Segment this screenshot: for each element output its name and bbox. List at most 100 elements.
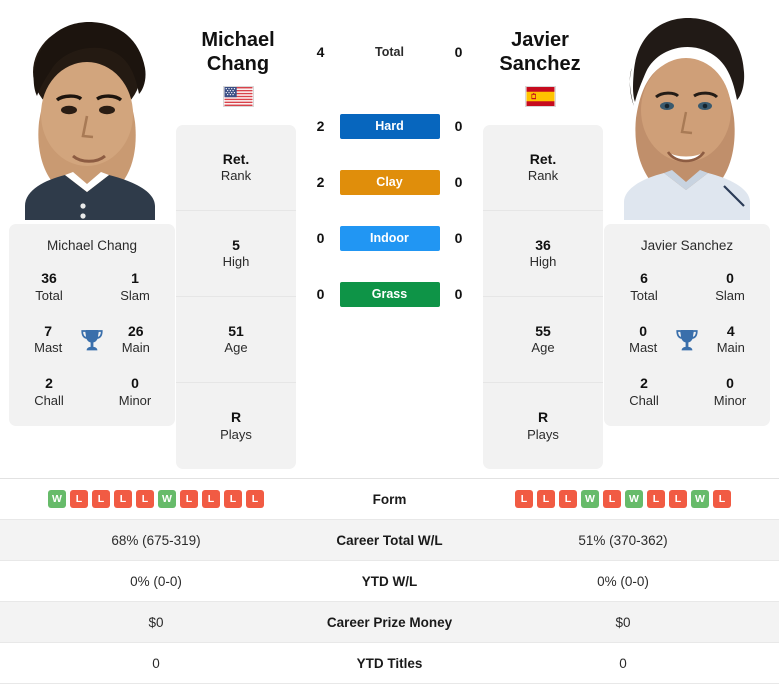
right-rank-item-age: 55 Age [483, 297, 603, 383]
right-ranking-card: Ret. Rank 36 High 55 Age R Plays [483, 125, 603, 469]
surface-badge-hard[interactable]: Hard [339, 113, 440, 139]
right-titles-row-3: 2 Chall 0 Minor [614, 375, 760, 410]
left-player-name-block[interactable]: Michael Chang [168, 28, 308, 107]
left-ytd-titles: 0 [152, 655, 160, 671]
left-form-strip: W L L L L W L L L L [48, 490, 264, 508]
form-chip[interactable]: W [581, 490, 599, 508]
right-titles-row-2: 0 Mast 4 Main [614, 323, 760, 358]
h2h-grass-left-score: 0 [316, 286, 325, 302]
left-plays-label: Plays [220, 426, 252, 442]
left-rank-value: Ret. [222, 150, 250, 167]
player-comparison-page: Michael Chang 36 Total 1 Slam 7 Mast 26 … [0, 0, 779, 699]
right-slam-titles: 0 Slam [700, 270, 760, 305]
h2h-indoor-left-score: 0 [316, 230, 325, 246]
form-chip[interactable]: L [136, 490, 154, 508]
right-main-titles: 4 Main [702, 323, 760, 358]
right-rank-item-high: 36 High [483, 211, 603, 297]
right-age-label: Age [531, 340, 555, 356]
right-player-photo [604, 10, 770, 220]
form-chip[interactable]: L [515, 490, 533, 508]
left-challenger-titles-value: 2 [45, 375, 53, 392]
h2h-hard-row: 2 Hard 0 [304, 112, 476, 140]
left-plays-value: R [230, 409, 242, 426]
right-slam-titles-label: Slam [715, 287, 745, 303]
form-chip[interactable]: L [180, 490, 198, 508]
left-masters-titles-value: 7 [44, 322, 53, 339]
right-high-label: High [529, 254, 557, 270]
h2h-clay-left-score: 2 [316, 174, 325, 190]
right-minor-titles-label: Minor [713, 392, 747, 408]
left-total-titles-value: 36 [41, 270, 57, 286]
form-chip[interactable]: L [537, 490, 555, 508]
head-to-head-column: 4 Total 0 2 Hard 0 2 Clay 0 0 Indoor 0 0… [296, 10, 483, 336]
stat-row-ytd-titles: 0 YTD Titles 0 [0, 643, 779, 684]
right-high-value: 36 [535, 236, 551, 253]
h2h-clay-right-score: 0 [454, 174, 463, 190]
left-ranking-card: Ret. Rank 5 High 51 Age R Plays [176, 125, 296, 469]
h2h-clay-badge-wrap: Clay [338, 169, 442, 195]
h2h-clay-row: 2 Clay 0 [304, 168, 476, 196]
stat-row-career-prize-money: $0 Career Prize Money $0 [0, 602, 779, 643]
h2h-indoor-badge-wrap: Indoor [338, 225, 442, 251]
stat-label-career-prize-money: Career Prize Money [326, 614, 453, 630]
flag-spain-icon [524, 85, 556, 107]
surface-badge-grass[interactable]: Grass [339, 281, 440, 307]
h2h-hard-badge-wrap: Hard [338, 113, 442, 139]
right-plays-label: Plays [527, 426, 559, 442]
right-ranking-column: Ret. Rank 36 High 55 Age R Plays [483, 125, 603, 469]
surface-badge-clay[interactable]: Clay [339, 169, 440, 195]
right-player-last-name: Sanchez [499, 53, 581, 76]
right-player-column: Javier Sanchez 6 Total 0 Slam 0 Mast 4 M… [603, 10, 771, 426]
left-slam-titles-value: 1 [131, 270, 139, 286]
right-titles-row-1: 6 Total 0 Slam [614, 270, 760, 305]
form-chip[interactable]: L [559, 490, 577, 508]
form-chip[interactable]: L [224, 490, 242, 508]
form-chip[interactable]: W [158, 490, 176, 508]
form-chip[interactable]: W [625, 490, 643, 508]
form-chip[interactable]: L [246, 490, 264, 508]
right-challenger-titles-value: 2 [640, 375, 648, 392]
right-player-first-name: Javier [511, 29, 569, 51]
h2h-indoor-row: 0 Indoor 0 [304, 224, 476, 252]
right-ytd-wl: 0% (0-0) [597, 573, 649, 589]
left-career-total-wl: 68% (675-319) [111, 532, 201, 548]
right-ytd-titles: 0 [619, 655, 627, 671]
surface-badge-indoor[interactable]: Indoor [339, 225, 440, 251]
comparison-stats-table: W L L L L W L L L L Form L L L W L W L L… [0, 478, 779, 684]
left-titles-row-2: 7 Mast 26 Main [19, 323, 165, 358]
form-chip[interactable]: L [647, 490, 665, 508]
comparison-header: Michael Chang 36 Total 1 Slam 7 Mast 26 … [0, 0, 779, 470]
right-masters-titles-label: Mast [629, 340, 658, 356]
form-chip[interactable]: W [48, 490, 66, 508]
form-chip[interactable]: L [114, 490, 132, 508]
left-player-card-name: Michael Chang [46, 238, 138, 253]
form-chip[interactable]: L [713, 490, 731, 508]
left-player-first-name: Michael [201, 29, 275, 51]
left-main-titles: 26 Main [107, 323, 165, 358]
left-career-prize-money: $0 [148, 614, 164, 630]
left-ranking-column: Ret. Rank 5 High 51 Age R Plays [176, 125, 296, 469]
h2h-total-row: 4 Total 0 [304, 38, 476, 66]
right-plays-value: R [537, 409, 549, 426]
left-age-value: 51 [228, 322, 244, 339]
left-ytd-wl: 0% (0-0) [130, 573, 182, 589]
stat-label-ytd-titles: YTD Titles [356, 655, 423, 671]
form-chip[interactable]: L [70, 490, 88, 508]
right-total-titles: 6 Total [614, 270, 674, 305]
left-total-titles: 36 Total [19, 270, 79, 305]
left-player-column: Michael Chang 36 Total 1 Slam 7 Mast 26 … [8, 10, 176, 426]
right-player-name-block[interactable]: Javier Sanchez [470, 28, 610, 107]
stat-label-form: Form [372, 491, 407, 507]
form-chip[interactable]: L [202, 490, 220, 508]
left-player-photo [9, 10, 175, 220]
form-chip[interactable]: L [92, 490, 110, 508]
right-rank-label: Rank [527, 168, 559, 184]
form-chip[interactable]: W [691, 490, 709, 508]
left-player-titles-card: Michael Chang 36 Total 1 Slam 7 Mast 26 … [9, 224, 175, 426]
form-chip[interactable]: L [603, 490, 621, 508]
right-age-value: 55 [535, 322, 551, 339]
stat-label-ytd-wl: YTD W/L [361, 573, 418, 589]
left-masters-titles-label: Mast [34, 340, 63, 356]
right-masters-titles-value: 0 [639, 322, 648, 339]
form-chip[interactable]: L [669, 490, 687, 508]
